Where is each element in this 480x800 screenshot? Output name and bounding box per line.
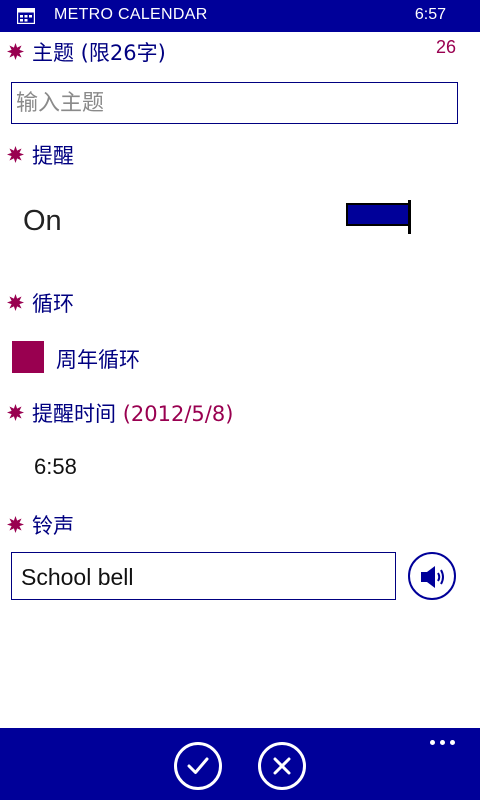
asterisk-icon	[7, 404, 24, 421]
more-icon	[430, 740, 435, 745]
subject-input[interactable]	[12, 83, 457, 123]
reminder-state: On	[23, 205, 62, 237]
char-count: 26	[435, 37, 456, 57]
subject-field[interactable]	[11, 82, 458, 124]
status-clock: 6:57	[414, 6, 446, 23]
calendar-icon	[17, 8, 35, 24]
app-title: METRO CALENDAR	[54, 6, 208, 23]
ringtone-picker[interactable]: School bell	[11, 552, 396, 600]
subject-label: 主题 (限26字)	[32, 41, 166, 65]
asterisk-icon	[7, 516, 24, 533]
toggle-thumb[interactable]	[408, 200, 411, 234]
more-icon	[450, 740, 455, 745]
more-menu-button[interactable]	[430, 740, 456, 748]
reminder-toggle[interactable]	[346, 200, 411, 234]
close-icon	[273, 757, 291, 775]
reminder-time-picker[interactable]: 6:58	[34, 454, 77, 480]
status-bar: METRO CALENDAR 6:57	[0, 0, 480, 32]
app-bar	[0, 728, 480, 800]
asterisk-icon	[7, 43, 24, 60]
speaker-icon	[421, 566, 444, 588]
annual-repeat-label[interactable]: 周年循环	[56, 344, 140, 374]
reminder-time-label: 提醒时间	[32, 402, 116, 426]
preview-sound-button[interactable]	[408, 552, 456, 600]
reminder-time-heading: 提醒时间 (2012/5/8)	[32, 398, 233, 428]
repeat-label: 循环	[32, 292, 74, 316]
more-icon	[440, 740, 445, 745]
ringtone-value: School bell	[21, 564, 134, 590]
save-button[interactable]	[174, 742, 222, 790]
reminder-date: (2012/5/8)	[122, 402, 234, 426]
check-icon	[187, 757, 209, 774]
reminder-label: 提醒	[32, 144, 74, 168]
toggle-fill	[346, 203, 410, 226]
cancel-button[interactable]	[258, 742, 306, 790]
ringtone-label: 铃声	[32, 514, 74, 538]
asterisk-icon	[7, 294, 24, 311]
asterisk-icon	[7, 146, 24, 163]
annual-repeat-checkbox[interactable]	[12, 341, 44, 373]
